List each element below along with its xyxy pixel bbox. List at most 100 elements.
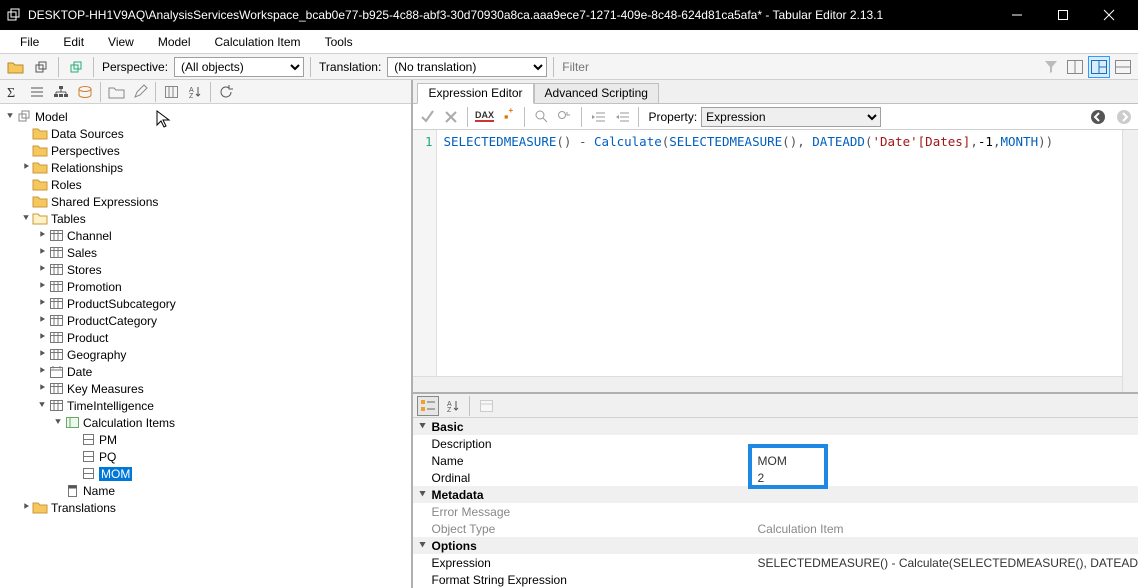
code-line[interactable]: SELECTEDMEASURE() - Calculate(SELECTEDME… [437,130,1059,392]
folder-display-icon[interactable] [105,81,127,103]
table-icon [48,297,64,311]
categorized-icon[interactable] [417,396,439,416]
prop-cat-metadata[interactable]: ⯆Metadata [413,486,1138,503]
tree-tables[interactable]: ⯆Tables [2,210,409,227]
tree-data-sources[interactable]: Data Sources [2,125,409,142]
sort-icon[interactable]: AZ [184,81,206,103]
vertical-scrollbar[interactable] [1122,130,1138,392]
prop-object-type[interactable]: Object TypeCalculation Item [413,520,1138,537]
tree-model[interactable]: ⯆Model [2,108,409,125]
filter-funnel-icon[interactable] [1040,56,1062,78]
calc-item-icon [80,450,96,464]
tree-table-productsubcategory[interactable]: ⯈ProductSubcategory [2,295,409,312]
cube-icon [16,110,32,124]
tree-table-key-measures[interactable]: ⯈Key Measures [2,380,409,397]
tree-table-timeintelligence[interactable]: ⯆TimeIntelligence [2,397,409,414]
property-grid[interactable]: ⯆Basic Description NameMOM Ordinal2 ⯆Met… [413,418,1138,588]
tree-calc-item-pq[interactable]: PQ [2,448,409,465]
partition-icon[interactable] [74,81,96,103]
perspective-dropdown[interactable]: (All objects) [174,57,304,77]
sigma-icon[interactable]: Σ [2,81,24,103]
property-dropdown[interactable]: Expression [701,107,881,127]
tree-shared-expressions[interactable]: Shared Expressions [2,193,409,210]
tree-calc-item-pm[interactable]: PM [2,431,409,448]
translation-dropdown[interactable]: (No translation) [387,57,547,77]
tree-table-channel[interactable]: ⯈Channel [2,227,409,244]
tree-translations[interactable]: ⯈Translations [2,499,409,516]
open-folder-icon[interactable] [4,56,26,78]
tab-advanced-scripting[interactable]: Advanced Scripting [534,83,659,104]
prop-cat-options[interactable]: ⯆Options [413,537,1138,554]
hierarchy-icon[interactable] [50,81,72,103]
connect-cube-icon[interactable] [30,56,52,78]
list-icon[interactable] [26,81,48,103]
format-dax-icon[interactable]: DAX [474,107,494,127]
prop-format-string-expression[interactable]: Format String Expression [413,571,1138,588]
tab-expression-editor[interactable]: Expression Editor [417,83,533,104]
edit-icon[interactable] [129,81,151,103]
minimize-button[interactable] [994,0,1040,30]
comment-icon[interactable]: ▪+ [498,107,518,127]
refresh-icon[interactable] [215,81,237,103]
menu-edit[interactable]: Edit [53,32,94,52]
cancel-icon[interactable] [441,107,461,127]
table-icon [48,399,64,413]
find-icon[interactable] [531,107,551,127]
accept-icon[interactable] [417,107,437,127]
alphabetical-icon[interactable]: AZ [442,396,464,416]
expression-editor[interactable]: 1 SELECTEDMEASURE() - Calculate(SELECTED… [413,130,1138,394]
menu-bar: File Edit View Model Calculation Item To… [0,30,1138,54]
tree-table-stores[interactable]: ⯈Stores [2,261,409,278]
maximize-button[interactable] [1040,0,1086,30]
tree-calculation-items[interactable]: ⯆Calculation Items [2,414,409,431]
menu-calculation-item[interactable]: Calculation Item [205,32,311,52]
menu-model[interactable]: Model [148,32,201,52]
menu-file[interactable]: File [10,32,49,52]
tree-name-column[interactable]: Name [2,482,409,499]
calendar-icon [48,365,64,379]
editor-tabs: Expression Editor Advanced Scripting [413,80,1138,104]
table-icon [48,263,64,277]
calc-group-icon [64,416,80,430]
calc-item-icon [80,433,96,447]
nav-forward-icon[interactable] [1114,107,1134,127]
tree-table-date[interactable]: ⯈Date [2,363,409,380]
prop-ordinal[interactable]: Ordinal2 [413,469,1138,486]
prop-error-message[interactable]: Error Message [413,503,1138,520]
close-button[interactable] [1086,0,1132,30]
tree-table-promotion[interactable]: ⯈Promotion [2,278,409,295]
deploy-icon[interactable] [65,56,87,78]
table-icon [48,314,64,328]
prop-description[interactable]: Description [413,435,1138,452]
outdent-icon[interactable] [612,107,632,127]
prop-expression[interactable]: ExpressionSELECTEDMEASURE() - Calculate(… [413,554,1138,571]
tree-table-sales[interactable]: ⯈Sales [2,244,409,261]
layout-1-icon[interactable] [1064,56,1086,78]
main-toolbar: Perspective: (All objects) Translation: … [0,54,1138,80]
table-icon [48,331,64,345]
menu-tools[interactable]: Tools [315,32,363,52]
model-tree[interactable]: ⯆Model Data Sources Perspectives ⯈Relati… [0,104,411,588]
tree-table-productcategory[interactable]: ⯈ProductCategory [2,312,409,329]
title-bar: DESKTOP-HH1V9AQ\AnalysisServicesWorkspac… [0,0,1138,30]
indent-icon[interactable] [588,107,608,127]
svg-text:Σ: Σ [7,86,15,101]
layout-3-icon[interactable] [1112,56,1134,78]
menu-view[interactable]: View [98,32,144,52]
tree-table-product[interactable]: ⯈Product [2,329,409,346]
tree-relationships[interactable]: ⯈Relationships [2,159,409,176]
tree-perspectives[interactable]: Perspectives [2,142,409,159]
prop-cat-basic[interactable]: ⯆Basic [413,418,1138,435]
layout-2-icon[interactable] [1088,56,1110,78]
tree-calc-item-mom[interactable]: MOM [2,465,409,482]
tree-table-geography[interactable]: ⯈Geography [2,346,409,363]
columns-icon[interactable] [160,81,182,103]
property-pages-icon[interactable] [475,396,497,416]
table-icon [48,246,64,260]
replace-icon[interactable] [555,107,575,127]
tree-roles[interactable]: Roles [2,176,409,193]
horizontal-scrollbar[interactable] [413,376,1122,392]
filter-input[interactable] [560,57,1036,77]
prop-name[interactable]: NameMOM [413,452,1138,469]
nav-back-icon[interactable] [1088,107,1108,127]
